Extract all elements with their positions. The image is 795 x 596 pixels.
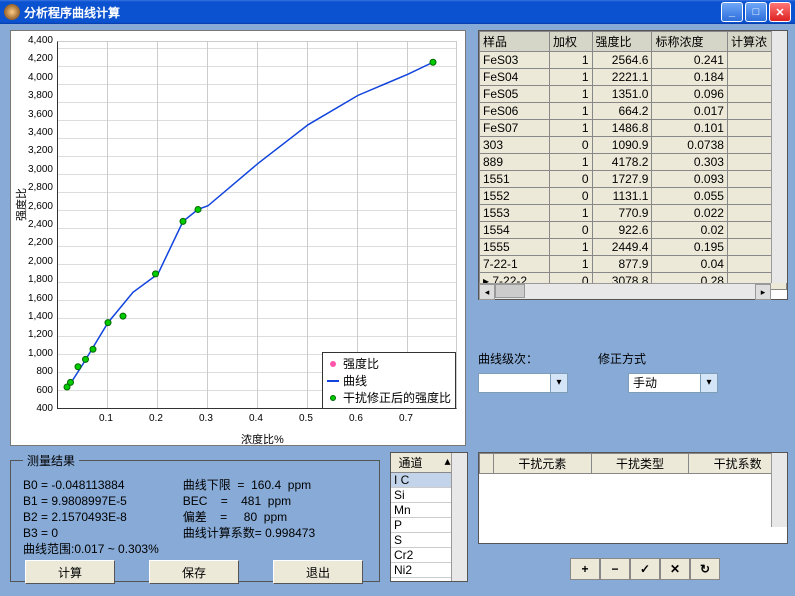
channel-header: 通道 xyxy=(392,454,429,471)
controls-panel: 曲线级次： 修正方式 手动 xyxy=(478,350,788,399)
save-button[interactable]: 保存 xyxy=(149,560,239,584)
minimize-button[interactable]: _ xyxy=(721,2,743,22)
delete-button[interactable]: − xyxy=(600,558,630,580)
sample-table: 样品加权强度比标称浓度计算浓FeS0312564.60.241FeS041222… xyxy=(478,30,788,300)
results-stats: 曲线下限 = 160.4 ppm BEC = 481 ppm 偏差 = 80 p… xyxy=(183,477,315,557)
x-axis-label: 浓度比% xyxy=(241,431,284,447)
interf-vscroll[interactable] xyxy=(771,453,787,527)
legend-curve: 曲线 xyxy=(343,372,367,389)
client-area: 强度比 浓度比% 4006008001,0001,2001,4001,6001,… xyxy=(0,24,795,596)
scroll-thumb[interactable] xyxy=(495,284,525,298)
correction-select[interactable]: 手动 xyxy=(628,373,718,393)
interference-table: 干扰元素干扰类型干扰系数 xyxy=(478,452,788,544)
app-icon xyxy=(4,4,20,20)
legend-intensity: 强度比 xyxy=(343,355,379,372)
calculate-button[interactable]: 计算 xyxy=(25,560,115,584)
results-title: 测量结果 xyxy=(23,452,79,469)
chart-legend: 强度比 曲线 干扰修正后的强度比 xyxy=(322,352,456,409)
close-button[interactable]: ✕ xyxy=(769,2,791,22)
table-hscroll[interactable]: ◂ ▸ xyxy=(479,283,771,299)
add-button[interactable]: + xyxy=(570,558,600,580)
edit-button[interactable]: ✓ xyxy=(630,558,660,580)
plot-area: 强度比 曲线 干扰修正后的强度比 xyxy=(57,41,457,409)
correction-label: 修正方式 xyxy=(598,350,646,367)
refresh-button[interactable]: ↻ xyxy=(690,558,720,580)
record-toolbar: + − ✓ ✕ ↻ xyxy=(570,558,720,580)
channel-panel: 通道▴ I CSiMnPSCr2Ni2 xyxy=(390,452,468,582)
legend-corrected: 干扰修正后的强度比 xyxy=(343,389,451,406)
scroll-left-button[interactable]: ◂ xyxy=(479,284,495,300)
scroll-right-button[interactable]: ▸ xyxy=(755,284,771,300)
results-coeffs: B0 = -0.048113884 B1 = 9.9808997E-5 B2 =… xyxy=(23,477,159,557)
table-vscroll[interactable] xyxy=(771,31,787,283)
curve-order-select[interactable] xyxy=(478,373,568,393)
cancel-button[interactable]: ✕ xyxy=(660,558,690,580)
channel-scroll[interactable] xyxy=(451,453,467,581)
exit-button[interactable]: 退出 xyxy=(273,560,363,584)
titlebar: 分析程序曲线计算 _ □ ✕ xyxy=(0,0,795,24)
maximize-button[interactable]: □ xyxy=(745,2,767,22)
curve-order-label: 曲线级次： xyxy=(478,350,538,367)
window-title: 分析程序曲线计算 xyxy=(24,4,719,21)
chart-panel: 强度比 浓度比% 4006008001,0001,2001,4001,6001,… xyxy=(10,30,466,446)
